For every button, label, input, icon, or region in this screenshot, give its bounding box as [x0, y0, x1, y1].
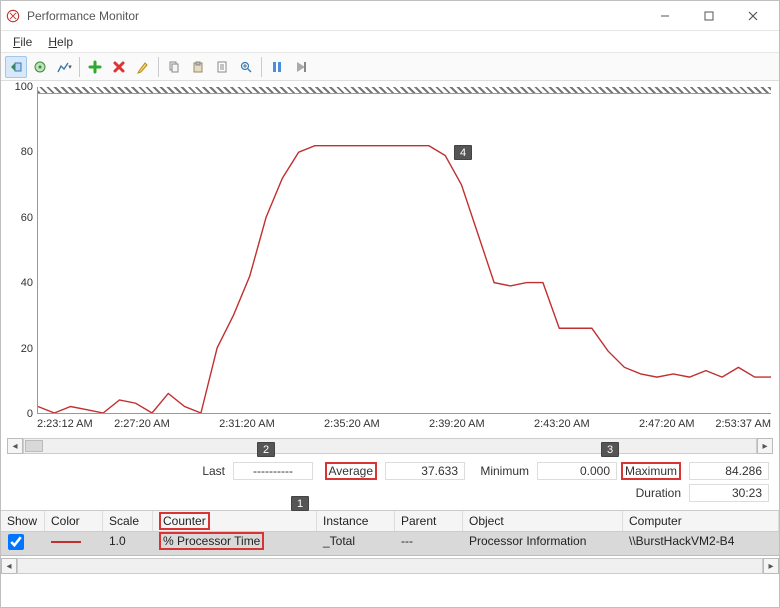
y-tick: 20 [21, 343, 33, 355]
scroll-left-button[interactable]: ◂ [7, 438, 23, 454]
maximize-button[interactable] [687, 1, 731, 30]
x-tick: 2:39:20 AM [429, 418, 485, 430]
highlight-button[interactable] [132, 56, 154, 78]
last-label: Last [165, 464, 229, 478]
stats-row-1: Last ---------- Average 37.633 Minimum 0… [41, 460, 769, 482]
grid-scrollbar: ◂ ▸ [1, 556, 779, 576]
color-swatch [51, 541, 81, 543]
show-checkbox[interactable] [8, 534, 24, 550]
maximum-value: 84.286 [689, 462, 769, 480]
row-parent: --- [395, 532, 463, 555]
toolbar: ▾ [1, 53, 779, 81]
scroll-thumb[interactable] [25, 440, 43, 452]
window-controls [643, 1, 775, 30]
minimize-button[interactable] [643, 1, 687, 30]
zoom-button[interactable] [235, 56, 257, 78]
window-title: Performance Monitor [27, 9, 643, 23]
annotation-4: 4 [454, 145, 472, 160]
menu-file[interactable]: File [5, 33, 40, 51]
x-tick: 2:27:20 AM [114, 418, 170, 430]
freeze-button[interactable] [266, 56, 288, 78]
minimum-label: Minimum [469, 464, 533, 478]
stats-panel: Last ---------- Average 37.633 Minimum 0… [1, 456, 779, 510]
view-log-button[interactable] [29, 56, 51, 78]
properties-button[interactable] [211, 56, 233, 78]
row-color [45, 532, 103, 555]
grid-scroll-right[interactable]: ▸ [763, 558, 779, 574]
minimum-value: 0.000 [537, 462, 617, 480]
col-computer[interactable]: Computer [623, 511, 779, 531]
duration-value: 30:23 [689, 484, 769, 502]
scroll-right-button[interactable]: ▸ [757, 438, 773, 454]
view-current-button[interactable] [5, 56, 27, 78]
grid-scroll-left[interactable]: ◂ [1, 558, 17, 574]
plot[interactable] [37, 87, 771, 414]
grid-scroll-track[interactable] [17, 558, 763, 574]
chart-area: 100 80 60 40 20 0 2:23:12 AM 2:27:20 AM … [1, 81, 779, 436]
col-counter[interactable]: Counter [153, 511, 317, 531]
row-instance: _Total [317, 532, 395, 555]
row-counter: % Processor Time [153, 532, 317, 555]
row-scale: 1.0 [103, 532, 153, 555]
app-icon [5, 8, 21, 24]
annotation-1: 1 [291, 496, 309, 511]
x-tick: 2:31:20 AM [219, 418, 275, 430]
y-tick: 80 [21, 146, 33, 158]
x-tick: 2:23:12 AM [37, 418, 93, 430]
window-root: Performance Monitor File Help ▾ [0, 0, 780, 608]
average-label: Average [317, 464, 381, 478]
menubar: File Help [1, 31, 779, 53]
col-parent[interactable]: Parent [395, 511, 463, 531]
row-show [1, 532, 45, 555]
copy-button[interactable] [163, 56, 185, 78]
y-tick: 100 [15, 81, 33, 93]
col-scale[interactable]: Scale [103, 511, 153, 531]
y-axis: 100 80 60 40 20 0 [1, 87, 37, 414]
update-button[interactable] [290, 56, 312, 78]
titlebar: Performance Monitor [1, 1, 779, 31]
y-tick: 60 [21, 212, 33, 224]
counter-grid: Show Color Scale Counter Instance Parent… [1, 510, 779, 576]
x-tick: 2:53:37 AM [715, 418, 771, 430]
menu-help[interactable]: Help [40, 33, 81, 51]
duration-label: Duration [621, 486, 685, 500]
toolbar-sep-2 [158, 57, 159, 77]
grid-header: Show Color Scale Counter Instance Parent… [1, 510, 779, 532]
x-tick: 2:47:20 AM [639, 418, 695, 430]
x-axis: 2:23:12 AM 2:27:20 AM 2:31:20 AM 2:35:20… [37, 416, 771, 436]
annotation-3: 3 [601, 442, 619, 457]
close-button[interactable] [731, 1, 775, 30]
col-show[interactable]: Show [1, 511, 45, 531]
col-object[interactable]: Object [463, 511, 623, 531]
chart-type-button[interactable]: ▾ [53, 56, 75, 78]
scroll-track[interactable] [23, 438, 757, 454]
delete-button[interactable] [108, 56, 130, 78]
x-tick: 2:43:20 AM [534, 418, 590, 430]
toolbar-sep-1 [79, 57, 80, 77]
y-tick: 40 [21, 277, 33, 289]
add-counter-button[interactable] [84, 56, 106, 78]
row-object: Processor Information [463, 532, 623, 555]
average-value: 37.633 [385, 462, 465, 480]
toolbar-sep-3 [261, 57, 262, 77]
row-computer: \\BurstHackVM2-B4 [623, 532, 779, 555]
time-scrollbar: ◂ ▸ [1, 436, 779, 456]
maximum-label: Maximum [621, 464, 685, 478]
col-instance[interactable]: Instance [317, 511, 395, 531]
grid-row[interactable]: 1.0 % Processor Time _Total --- Processo… [1, 532, 779, 556]
last-value: ---------- [233, 462, 313, 480]
col-color[interactable]: Color [45, 511, 103, 531]
paste-button[interactable] [187, 56, 209, 78]
y-tick: 0 [27, 408, 33, 420]
annotation-2: 2 [257, 442, 275, 457]
x-tick: 2:35:20 AM [324, 418, 380, 430]
stats-row-2: Duration 30:23 [41, 482, 769, 504]
